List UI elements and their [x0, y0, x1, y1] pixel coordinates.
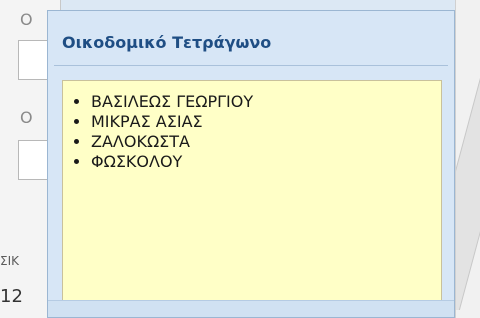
popup-header: Οικοδομικό Τετράγωνο [54, 17, 448, 66]
form-bottom-label: ΣΙΚ [0, 254, 19, 268]
form-bottom-value: 12 [0, 286, 23, 307]
map-panel[interactable] [455, 0, 480, 318]
street-list-panel: ΒΑΣΙΛΕΩΣ ΓΕΩΡΓΙΟΥ ΜΙΚΡΑΣ ΑΣΙΑΣ ΖΑΛΟΚΩΣΤΑ… [62, 80, 442, 302]
street-list: ΒΑΣΙΛΕΩΣ ΓΕΩΡΓΙΟΥ ΜΙΚΡΑΣ ΑΣΙΑΣ ΖΑΛΟΚΩΣΤΑ… [71, 93, 433, 171]
street-list-item: ΜΙΚΡΑΣ ΑΣΙΑΣ [91, 113, 433, 131]
form-label-1: O [20, 10, 33, 29]
street-list-item: ΒΑΣΙΛΕΩΣ ΓΕΩΡΓΙΟΥ [91, 93, 433, 111]
form-label-2: O [20, 108, 33, 127]
street-list-item: ΖΑΛΟΚΩΣΤΑ [91, 133, 433, 151]
popup-bottom-bar [48, 300, 454, 317]
info-popup-window: Οικοδομικό Τετράγωνο ΒΑΣΙΛΕΩΣ ΓΕΩΡΓΙΟΥ Μ… [47, 10, 455, 318]
popup-title: Οικοδομικό Τετράγωνο [62, 33, 272, 52]
street-list-item: ΦΩΣΚΟΛΟΥ [91, 153, 433, 171]
map-shape [456, 70, 480, 310]
